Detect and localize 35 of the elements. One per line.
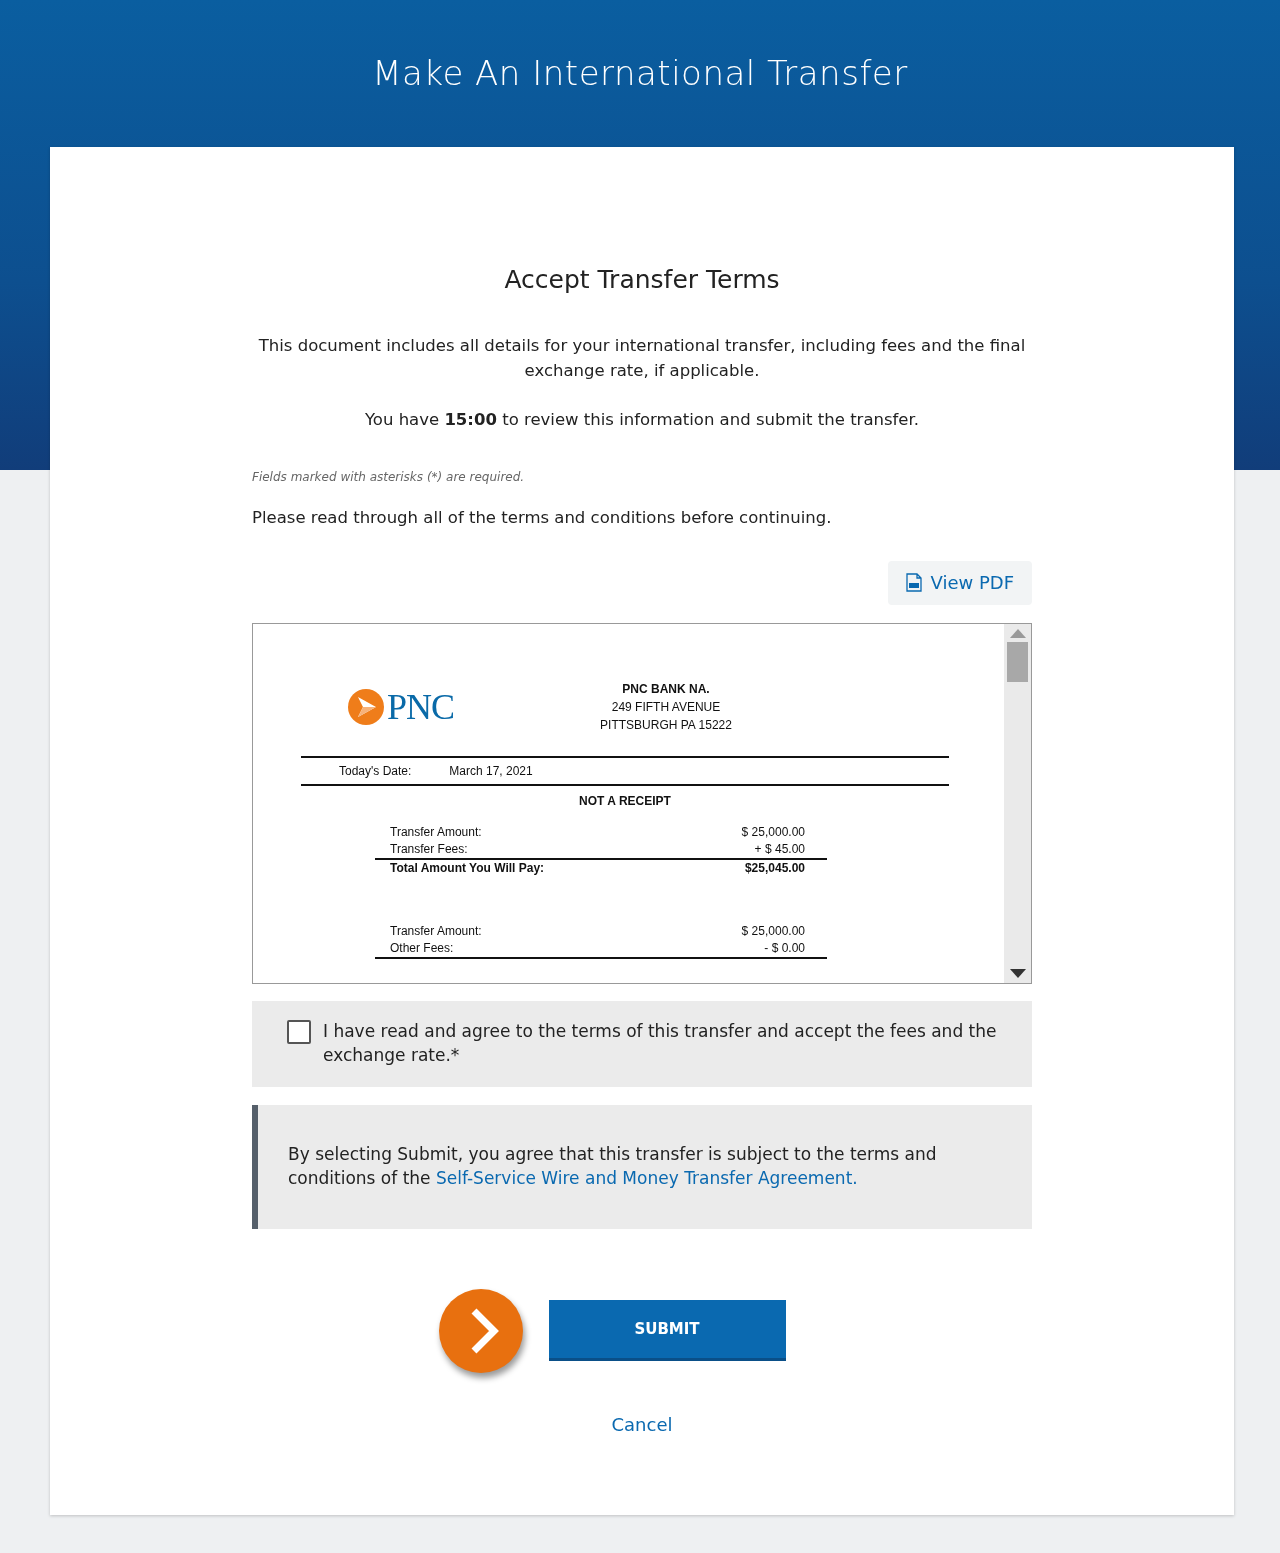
bank-address-line: PITTSBURGH PA 15222: [599, 716, 733, 734]
amount-label: Other Fees:: [390, 939, 454, 957]
page-title: Make An International Transfer: [371, 52, 909, 94]
amount-label: Transfer Amount:: [390, 823, 482, 841]
receipt-notice: NOT A RECEIPT: [578, 792, 672, 810]
amount-value: $ 25,000.00: [741, 922, 805, 940]
logo-text: PNC: [387, 685, 455, 729]
scrollbar-thumb[interactable]: [1007, 641, 1028, 682]
date-value: March 17, 2021: [449, 762, 533, 780]
amount-value: $ 25,000.00: [741, 823, 805, 841]
amount-label: Transfer Amount:: [390, 922, 482, 940]
date-label: Today's Date:: [339, 762, 412, 780]
logo-icon: [347, 687, 385, 726]
amount-value: - $ 0.00: [764, 939, 805, 957]
agree-label: I have read and agree to the terms of this transfer and accept the fees and the exchange rate.*: [323, 1019, 997, 1067]
bank-address-line: 249 FIFTH AVENUE: [610, 698, 722, 716]
view-pdf-button[interactable]: View PDF: [888, 560, 1032, 605]
total-label: Total Amount You Will Pay:: [390, 859, 545, 877]
scroll-down-icon[interactable]: [1009, 968, 1026, 978]
bank-name: PNC BANK NA.: [621, 680, 711, 698]
section-heading: Accept Transfer Terms: [503, 265, 781, 295]
total-value: $25,045.00: [744, 859, 805, 877]
cancel-link[interactable]: Cancel: [611, 1413, 673, 1435]
timer-text: You have 15:00 to review this information and submit the transfer.: [363, 409, 921, 431]
intro-text: This document includes all details for your international transfer, including fees and the final exchange rate, if applicable.: [257, 335, 1027, 382]
instruction-text: Please read through all of the terms and conditions before continuing.: [252, 507, 833, 529]
amount-value: + $ 45.00: [754, 840, 805, 858]
disclaimer-text: By selecting Submit, you agree that this transfer is subject to the terms and conditions of the Self-Service Wire and Money Transfer Agreement.: [288, 1142, 938, 1190]
submit-button[interactable]: SUBMIT: [548, 1300, 786, 1362]
amount-label: Transfer Fees:: [390, 840, 468, 858]
agree-checkbox[interactable]: [287, 1019, 311, 1044]
chevron-right-icon: [438, 1288, 523, 1373]
agreement-link[interactable]: Self-Service Wire and Money Transfer Agreement.: [435, 1167, 858, 1188]
pdf-file-icon: [906, 572, 923, 592]
required-note: Fields marked with asterisks (*) are required.: [252, 469, 526, 486]
